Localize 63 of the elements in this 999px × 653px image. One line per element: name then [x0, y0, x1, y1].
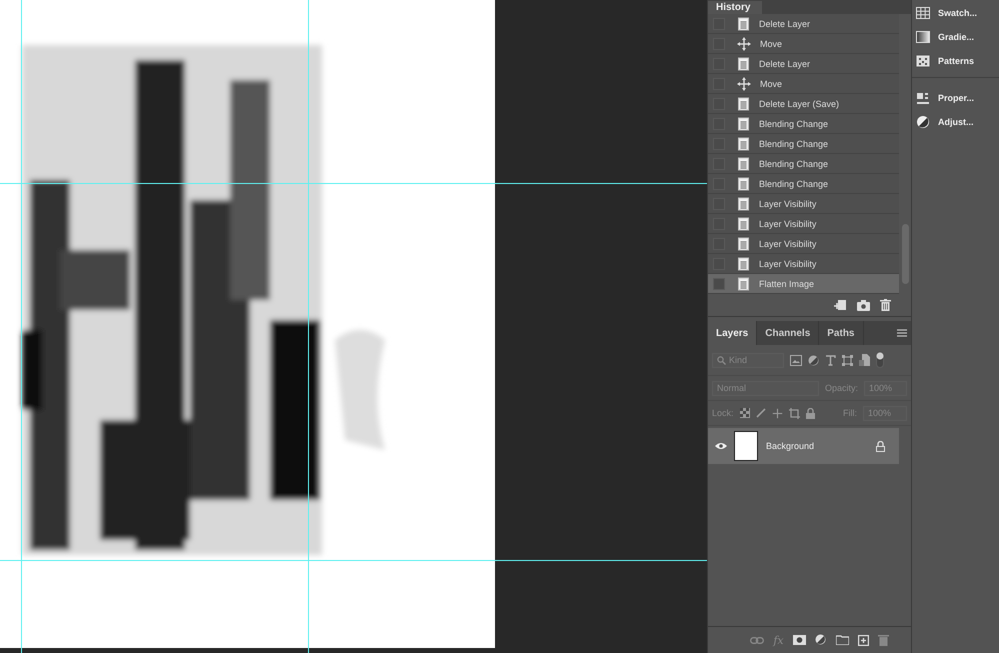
lock-icon[interactable] [876, 440, 885, 452]
type-icon[interactable] [825, 354, 836, 366]
toggle-switch-icon[interactable] [876, 352, 884, 368]
layer-thumbnail [734, 431, 758, 461]
crop-icon[interactable] [788, 408, 800, 418]
search-icon [717, 356, 726, 364]
lock-icon[interactable] [806, 408, 815, 418]
history-tab[interactable]: History [708, 1, 762, 14]
document-icon [737, 56, 750, 70]
properties-icon [916, 92, 930, 104]
panel-dock-button[interactable]: Proper... [912, 86, 999, 110]
document-icon [737, 16, 750, 30]
transform-icon[interactable] [842, 354, 853, 366]
gradient-icon [916, 31, 930, 43]
snapshot-checkbox[interactable] [713, 278, 725, 290]
layer-row[interactable]: Background [708, 428, 899, 464]
history-state[interactable]: Layer Visibility [708, 234, 899, 254]
history-state[interactable]: Move [708, 74, 899, 94]
history-state[interactable]: Layer Visibility [708, 214, 899, 234]
half-circle-icon[interactable] [814, 634, 827, 646]
history-state[interactable]: Delete Layer [708, 54, 899, 74]
panel-dock-button[interactable]: Gradie... [912, 25, 999, 49]
panel-tab[interactable]: Layers [708, 321, 758, 345]
panel-dock-button[interactable]: Adjust... [912, 110, 999, 134]
trash-icon[interactable] [880, 299, 891, 311]
pattern-grid-icon [916, 55, 930, 67]
eye-icon[interactable] [715, 442, 727, 450]
document-icon [737, 116, 750, 130]
history-state[interactable]: Blending Change [708, 134, 899, 154]
new-document-icon[interactable] [834, 299, 847, 311]
history-state[interactable]: Blending Change [708, 174, 899, 194]
history-state[interactable]: Layer Visibility [708, 254, 899, 274]
history-state[interactable]: Flatten Image [708, 274, 899, 294]
document-icon [737, 136, 750, 150]
smart-object-icon[interactable] [859, 354, 870, 366]
history-state[interactable]: Blending Change [708, 114, 899, 134]
document-icon [737, 196, 750, 210]
new-layer-icon[interactable] [858, 634, 869, 646]
link-icon[interactable] [750, 636, 764, 644]
history-state[interactable]: Move [708, 34, 899, 54]
grid-icon [916, 7, 930, 19]
document-icon [737, 216, 750, 230]
document-icon [737, 96, 750, 110]
document-icon [737, 276, 750, 290]
mask-icon[interactable] [792, 635, 806, 645]
history-state[interactable]: Delete Layer [708, 14, 899, 34]
document-icon [737, 156, 750, 170]
checkerboard-icon[interactable] [740, 408, 750, 418]
half-circle-icon[interactable] [808, 354, 819, 366]
history-state[interactable]: Delete Layer (Save) [708, 94, 899, 114]
menu-icon[interactable] [897, 329, 907, 337]
document-icon [737, 256, 750, 270]
folder-icon[interactable] [836, 635, 849, 645]
panel-dock-button[interactable]: Swatch... [912, 1, 999, 25]
panel-dock-button[interactable]: Patterns [912, 49, 999, 73]
history-state[interactable]: Layer Visibility [708, 194, 899, 214]
history-state[interactable]: Blending Change [708, 154, 899, 174]
document-icon [737, 176, 750, 190]
half-circle-icon [916, 115, 930, 129]
camera-icon[interactable] [857, 300, 870, 310]
image-filter-icon[interactable] [790, 354, 802, 366]
document-icon [737, 236, 750, 250]
brush-icon[interactable] [756, 408, 766, 418]
